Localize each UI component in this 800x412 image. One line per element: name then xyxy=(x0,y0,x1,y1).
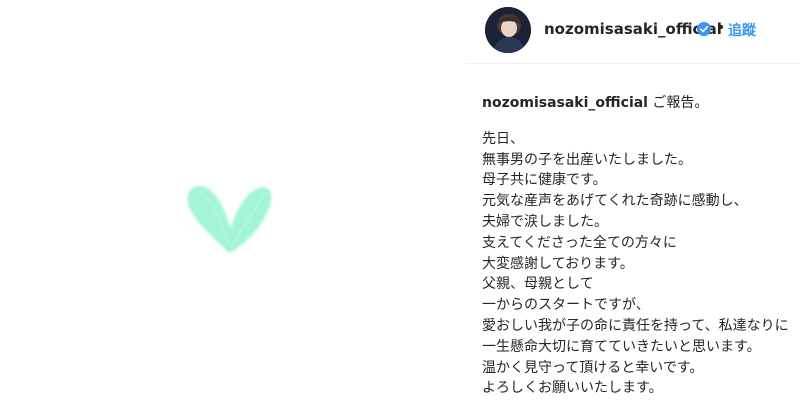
post-caption: nozomisasaki_official ご報告。 先日、 無事男の子を出産い… xyxy=(482,93,790,399)
post-header: nozomisasaki_official • 追蹤 xyxy=(465,0,800,64)
caption-intro-text: ご報告。 xyxy=(647,95,709,111)
heart-drawing xyxy=(187,185,272,253)
caption-line: 母子共に健康です。 xyxy=(482,172,607,189)
caption-line: 温かく見守って頂けると幸いです。 xyxy=(482,359,704,376)
separator-dot: • xyxy=(717,20,726,36)
caption-line: 大変感謝しております。 xyxy=(482,255,634,272)
caption-username-link[interactable]: nozomisasaki_official xyxy=(482,95,648,111)
caption-body: 先日、 無事男の子を出産いたしました。 母子共に健康です。 元気な産声をあげてく… xyxy=(482,129,790,399)
caption-line: 一からのスタートですが、 xyxy=(482,297,650,314)
follow-button[interactable]: 追蹤 xyxy=(728,20,756,40)
avatar[interactable] xyxy=(485,7,531,53)
caption-line: 先日、 xyxy=(482,130,524,147)
caption-line: 支えてくださった全ての方々に xyxy=(482,234,677,251)
post-image[interactable] xyxy=(0,0,465,412)
caption-first-line: nozomisasaki_official ご報告。 xyxy=(482,93,790,114)
username-link[interactable]: nozomisasaki_official xyxy=(544,20,722,38)
avatar-photo xyxy=(485,7,531,53)
caption-line: 夫婦で涙しました。 xyxy=(482,213,608,230)
caption-line: 無事男の子を出産いたしました。 xyxy=(482,151,692,168)
caption-line: 元気な産声をあげてくれた奇跡に感動し、 xyxy=(482,193,748,210)
caption-line: 父親、母親として xyxy=(482,276,594,293)
post-sidebar: nozomisasaki_official • 追蹤 nozomisasaki_… xyxy=(465,0,800,412)
verified-badge-icon xyxy=(697,22,711,36)
caption-line: 愛おしい我が子の命に責任を持って、私達なりに一生懸命大切に育てていきたいと思いま… xyxy=(482,317,789,355)
caption-line: よろしくお願いいたします。 xyxy=(482,380,663,397)
